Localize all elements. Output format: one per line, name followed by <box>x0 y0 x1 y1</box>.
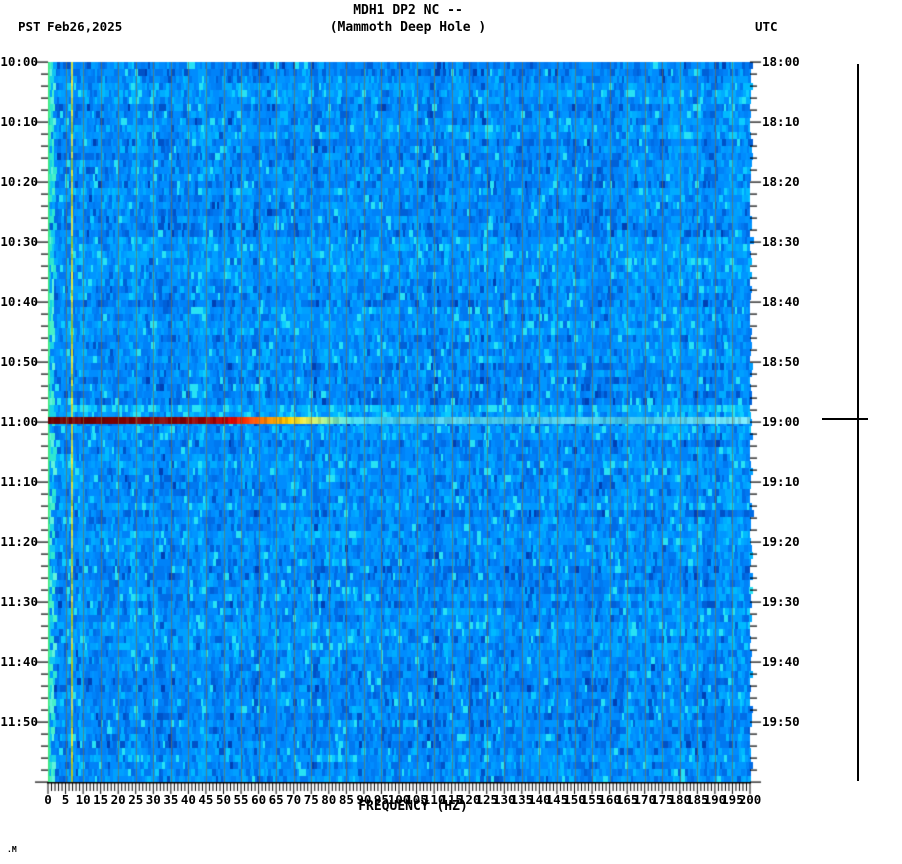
pst-time-label: 10:10 <box>0 115 38 129</box>
utc-time-label: 19:30 <box>762 595 800 609</box>
utc-time-label: 18:10 <box>762 115 800 129</box>
utc-time-label: 19:00 <box>762 415 800 429</box>
amplitude-scale-line <box>857 64 859 781</box>
pst-time-label: 10:00 <box>0 55 38 69</box>
pst-time-label: 11:00 <box>0 415 38 429</box>
pst-time-label: 11:20 <box>0 535 38 549</box>
pst-time-label: 11:30 <box>0 595 38 609</box>
title-block: MDH1 DP2 NC -- (Mammoth Deep Hole ) <box>48 2 768 36</box>
pst-time-label: 10:20 <box>0 175 38 189</box>
pst-time-label: 11:40 <box>0 655 38 669</box>
utc-time-label: 19:50 <box>762 715 800 729</box>
amplitude-scale-tick <box>822 418 868 420</box>
utc-time-label: 18:50 <box>762 355 800 369</box>
pst-time-label: 11:50 <box>0 715 38 729</box>
utc-time-label: 19:40 <box>762 655 800 669</box>
utc-time-label: 18:30 <box>762 235 800 249</box>
pst-time-label: 10:40 <box>0 295 38 309</box>
station-title: MDH1 DP2 NC -- <box>48 2 768 19</box>
pst-time-label: 11:10 <box>0 475 38 489</box>
station-subtitle: (Mammoth Deep Hole ) <box>48 19 768 36</box>
corner-watermark: .M <box>7 845 17 854</box>
utc-time-label: 18:40 <box>762 295 800 309</box>
pst-time-label: 10:50 <box>0 355 38 369</box>
spectrogram-canvas <box>0 0 902 864</box>
utc-time-label: 18:20 <box>762 175 800 189</box>
pst-time-label: 10:30 <box>0 235 38 249</box>
utc-time-label: 19:20 <box>762 535 800 549</box>
frequency-axis-title: FREQUENCY (HZ) <box>0 799 826 814</box>
timezone-left-label: PST <box>18 20 41 34</box>
utc-time-label: 19:10 <box>762 475 800 489</box>
utc-time-label: 18:00 <box>762 55 800 69</box>
